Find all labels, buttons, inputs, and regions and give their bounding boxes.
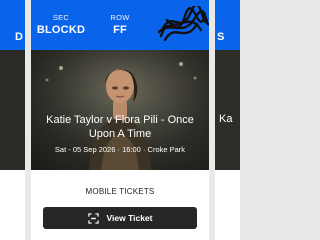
view-ticket-label: View Ticket: [106, 213, 153, 223]
ticket-header: SEC BLOCKD ROW FF: [31, 0, 209, 50]
ticket-delivery-label: MOBILE TICKETS: [85, 187, 155, 196]
redaction-scribble-icon: [157, 6, 209, 42]
event-time: 16:00: [122, 145, 141, 154]
previous-ticket-image: [0, 50, 25, 170]
meta-separator: ·: [142, 145, 146, 154]
ticket-card[interactable]: SEC BLOCKD ROW FF Katie Taylor v Flora P…: [31, 0, 209, 240]
event-title: Katie Taylor v Flora Pili - Once Upon A …: [46, 114, 194, 140]
next-ticket-section-value: S: [217, 31, 225, 43]
section-info: SEC BLOCKD: [35, 13, 87, 36]
event-image: Katie Taylor v Flora Pili - Once Upon A …: [31, 50, 209, 170]
previous-ticket-card[interactable]: D: [0, 0, 25, 240]
event-venue: Croke Park: [147, 145, 186, 154]
row-value: FF: [113, 24, 127, 36]
previous-ticket-seat-value: D: [15, 31, 23, 43]
row-label: ROW: [110, 13, 130, 22]
view-ticket-button[interactable]: View Ticket: [43, 207, 197, 229]
row-info: ROW FF: [95, 13, 145, 36]
section-label: SEC: [52, 13, 70, 22]
next-ticket-image: [215, 50, 240, 170]
event-date: Sat - 05 Sep 2026: [54, 145, 116, 154]
ticket-scan-icon: [87, 212, 99, 224]
section-value: BLOCKD: [36, 24, 86, 36]
meta-separator: ·: [117, 145, 120, 154]
next-ticket-card[interactable]: S Ka: [215, 0, 240, 240]
event-details: Sat - 05 Sep 2026 · 16:00 · Croke Park: [35, 145, 205, 154]
next-ticket-title-fragment: Ka: [219, 113, 233, 125]
